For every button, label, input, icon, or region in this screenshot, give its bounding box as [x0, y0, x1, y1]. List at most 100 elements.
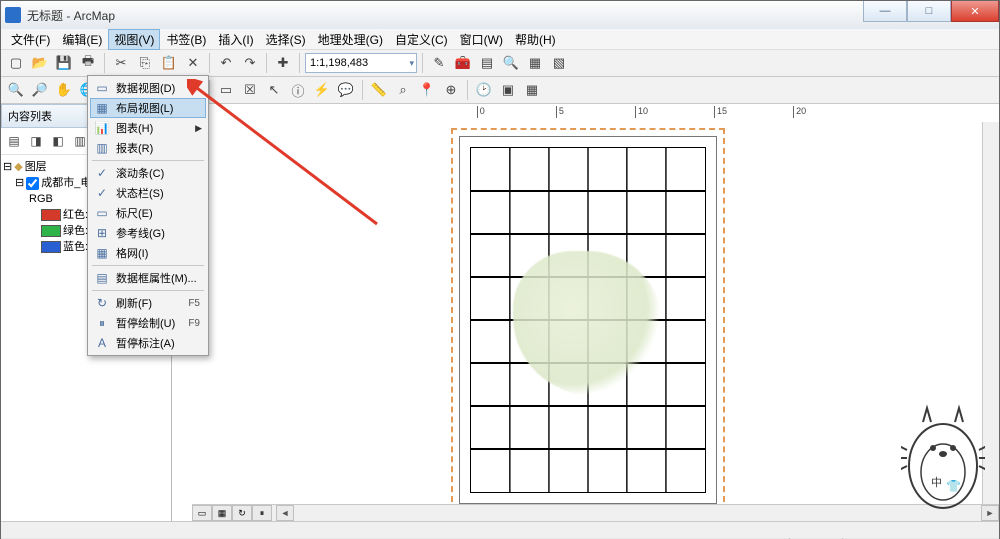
data-frame[interactable]	[470, 147, 706, 493]
list-by-visibility-icon[interactable]: ◧	[48, 131, 68, 151]
app-icon	[5, 7, 21, 23]
undo-icon[interactable]: ↶	[215, 52, 237, 74]
view-menu-dropdown: ▭数据视图(D)▦布局视图(L)📊图表(H)▶▥报表(R)✓滚动条(C)✓状态栏…	[87, 75, 209, 356]
layer-visibility-checkbox[interactable]	[26, 177, 39, 190]
layout-view[interactable]: 0 5 10 15 20	[172, 104, 999, 521]
cut-icon[interactable]: ✂	[110, 52, 132, 74]
scale-combo[interactable]: 1:1,198,483	[305, 53, 417, 73]
html-popup-icon[interactable]: 💬	[335, 79, 357, 101]
list-by-source-icon[interactable]: ◨	[26, 131, 46, 151]
page-area[interactable]	[192, 122, 983, 505]
scroll-right-icon[interactable]: ►	[981, 505, 999, 521]
pointer-icon[interactable]: ↖	[263, 79, 285, 101]
menu-item[interactable]: ▭ 标尺(E)	[90, 203, 206, 223]
delete-icon[interactable]: ✕	[182, 52, 204, 74]
catalog-icon[interactable]: ▤	[476, 52, 498, 74]
ruler-tick: 20	[793, 106, 806, 118]
hyperlink-icon[interactable]: ⚡	[311, 79, 333, 101]
toolbox-icon[interactable]: 🧰	[452, 52, 474, 74]
menu-item[interactable]: ▦格网(I)	[90, 243, 206, 263]
menu-item[interactable]: ▦布局视图(L)	[90, 98, 206, 118]
menu-file[interactable]: 文件(F)	[5, 29, 56, 50]
toc-scrollbar[interactable]	[1, 521, 999, 538]
menu-item-label: 数据框属性(M)...	[116, 270, 197, 286]
horizontal-ruler: 0 5 10 15 20	[192, 104, 983, 123]
menu-item[interactable]: A 暂停标注(A)	[90, 333, 206, 353]
python-icon[interactable]: ▦	[524, 52, 546, 74]
open-icon[interactable]: 📂	[29, 52, 51, 74]
menu-item-icon: ▭	[94, 205, 110, 221]
minimize-button[interactable]: —	[863, 1, 907, 22]
close-button[interactable]: ✕	[951, 1, 999, 22]
paste-icon[interactable]: 📋	[158, 52, 180, 74]
window-title: 无标题 - ArcMap	[27, 7, 115, 24]
menu-item-label: 标尺(E)	[116, 205, 153, 221]
search-icon[interactable]: 🔍	[500, 52, 522, 74]
menu-window[interactable]: 窗口(W)	[454, 29, 509, 50]
menu-item-icon: ▤	[94, 270, 110, 286]
redo-icon[interactable]: ↷	[239, 52, 261, 74]
find-icon[interactable]: ⌕	[392, 79, 414, 101]
zoom-out-icon[interactable]: 🔎	[29, 79, 51, 101]
zoom-in-icon[interactable]: 🔍	[5, 79, 27, 101]
data-view-toggle[interactable]: ▭	[192, 505, 212, 521]
pan-icon[interactable]: ✋	[53, 79, 75, 101]
create-viewer-icon[interactable]: ▣	[497, 79, 519, 101]
menu-help[interactable]: 帮助(H)	[509, 29, 562, 50]
menu-item[interactable]: ✓状态栏(S)	[90, 183, 206, 203]
menu-item[interactable]: ⏸暂停绘制(U)F9	[90, 313, 206, 333]
layout-tool-icon[interactable]: ▦	[521, 79, 543, 101]
goto-xy-icon[interactable]: ⊕	[440, 79, 462, 101]
refresh-view-icon[interactable]: ↻	[232, 505, 252, 521]
menu-item[interactable]: ▥报表(R)	[90, 138, 206, 158]
submenu-arrow-icon: ▶	[195, 123, 202, 134]
pause-drawing-icon[interactable]: ⏸	[252, 505, 272, 521]
menu-item[interactable]: ⊞参考线(G)	[90, 223, 206, 243]
menu-view[interactable]: 视图(V)	[108, 29, 160, 50]
menu-select[interactable]: 选择(S)	[260, 29, 312, 50]
page-boundary	[451, 128, 725, 512]
clear-selection-icon[interactable]: ☒	[239, 79, 261, 101]
menu-insert[interactable]: 插入(I)	[212, 29, 259, 50]
menu-item-icon: ▦	[94, 100, 110, 116]
scroll-left-icon[interactable]: ◄	[276, 505, 294, 521]
maximize-button[interactable]: □	[907, 1, 951, 22]
scale-value: 1:1,198,483	[310, 57, 368, 69]
find-route-icon[interactable]: 📍	[416, 79, 438, 101]
ruler-tick: 15	[714, 106, 727, 118]
menu-bookmarks[interactable]: 书签(B)	[160, 29, 212, 50]
menu-bar: 文件(F) 编辑(E) 视图(V) 书签(B) 插入(I) 选择(S) 地理处理…	[1, 29, 999, 50]
measure-icon[interactable]: 📏	[368, 79, 390, 101]
select-icon[interactable]: ▭	[215, 79, 237, 101]
page	[459, 136, 717, 504]
add-data-icon[interactable]: ✚	[272, 52, 294, 74]
editor-icon[interactable]: ✎	[428, 52, 450, 74]
menu-item[interactable]: ▭数据视图(D)	[90, 78, 206, 98]
menu-item[interactable]: ↻刷新(F)F5	[90, 293, 206, 313]
menu-item-label: 刷新(F)	[116, 295, 152, 311]
save-icon[interactable]: 💾	[53, 52, 75, 74]
time-slider-icon[interactable]: 🕑	[473, 79, 495, 101]
menu-item[interactable]: 📊图表(H)▶	[90, 118, 206, 138]
menu-item[interactable]: ✓滚动条(C)	[90, 163, 206, 183]
new-icon[interactable]: ▢	[5, 52, 27, 74]
menu-item-label: 参考线(G)	[116, 225, 165, 241]
vertical-scrollbar[interactable]	[982, 122, 999, 505]
menu-item-label: 暂停标注(A)	[116, 335, 175, 351]
print-icon[interactable]: 🖶	[77, 52, 99, 74]
copy-icon[interactable]: ⎘	[134, 52, 156, 74]
list-by-drawing-icon[interactable]: ▤	[4, 131, 24, 151]
menu-item-icon: 📊	[94, 120, 110, 136]
layout-view-toggle[interactable]: ▦	[212, 505, 232, 521]
horizontal-scrollbar[interactable]: ▭ ▦ ↻ ⏸ ◄ ►	[192, 504, 999, 521]
layer-label: 成都市_电	[41, 175, 91, 191]
menu-custom[interactable]: 自定义(C)	[389, 29, 454, 50]
menu-item-icon: A	[94, 335, 110, 351]
menu-item[interactable]: ▤ 数据框属性(M)...	[90, 268, 206, 288]
menu-geoprocessing[interactable]: 地理处理(G)	[312, 29, 389, 50]
menu-item-icon: ▥	[94, 140, 110, 156]
menu-edit[interactable]: 编辑(E)	[56, 29, 108, 50]
identify-icon[interactable]: ⓘ	[287, 79, 309, 101]
menu-item-label: 数据视图(D)	[116, 80, 175, 96]
model-icon[interactable]: ▧	[548, 52, 570, 74]
